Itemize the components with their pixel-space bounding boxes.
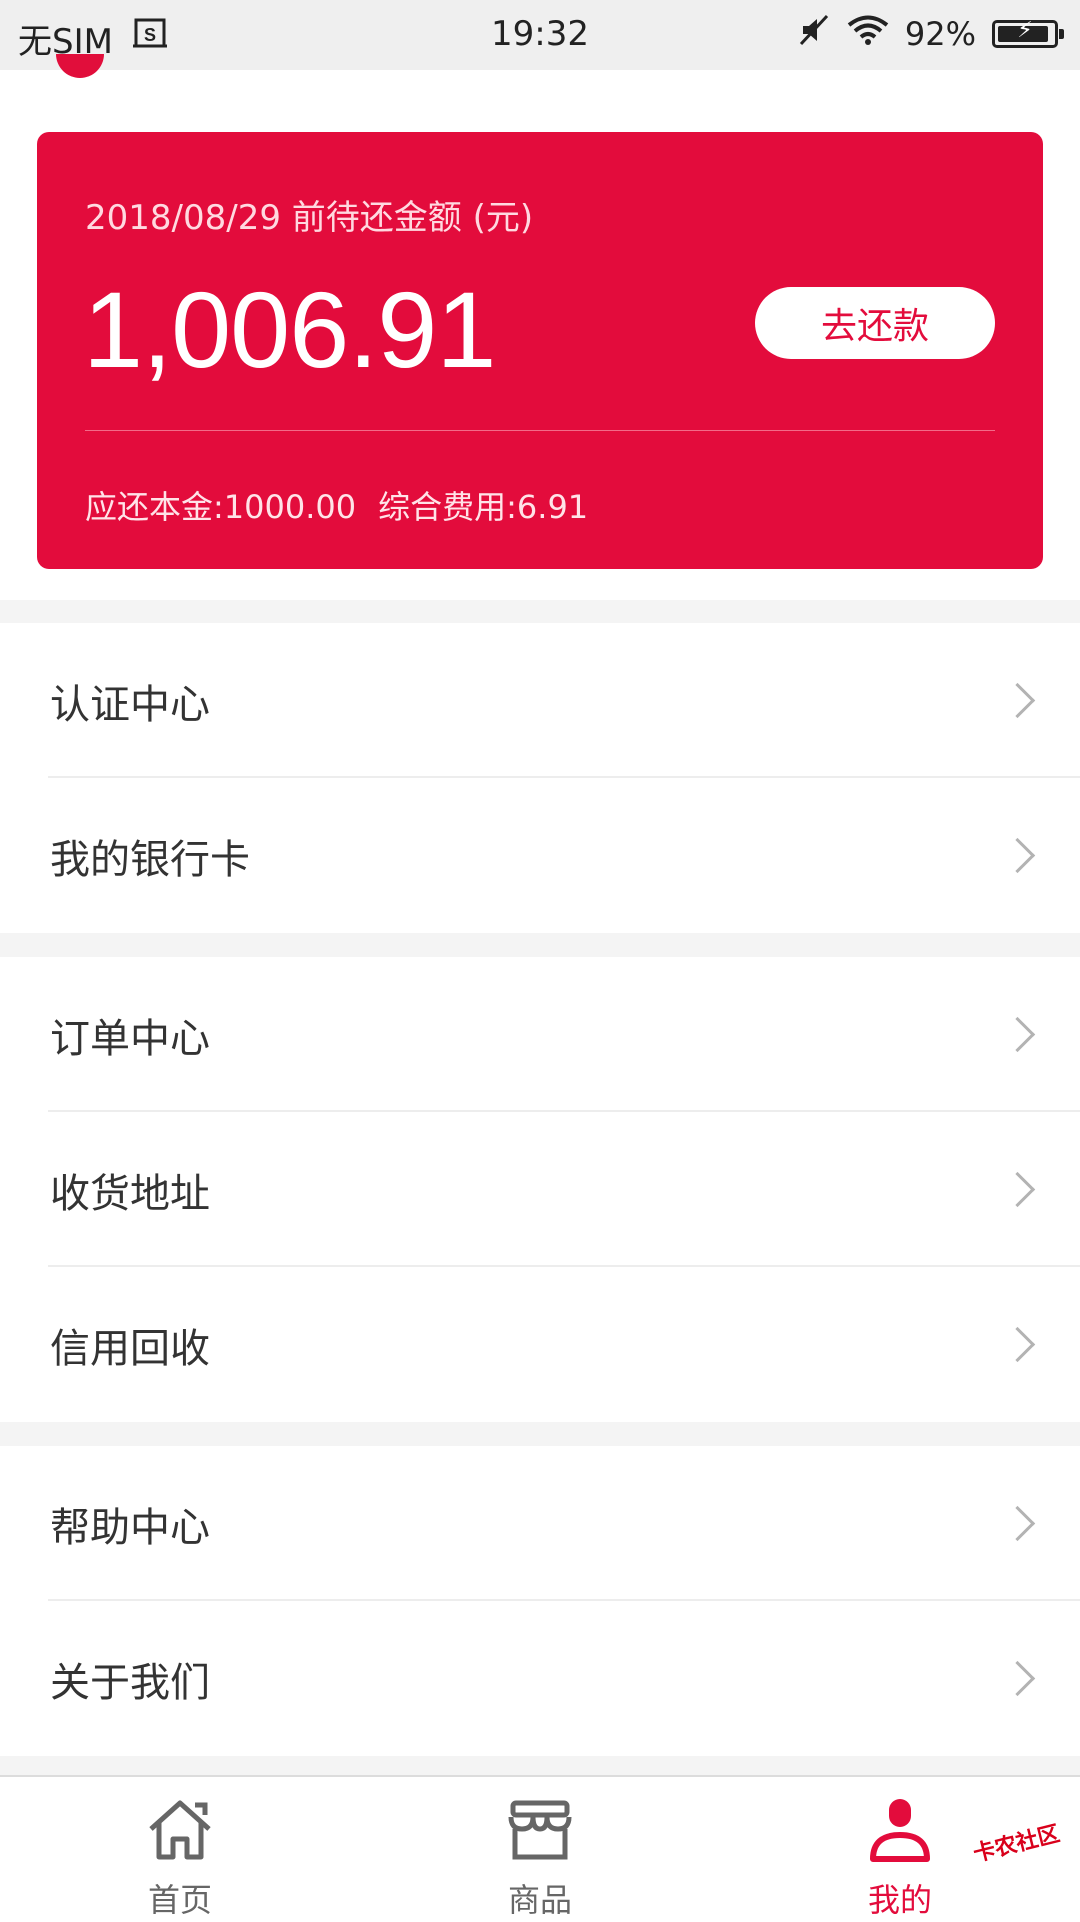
status-right: 92% ⚡ <box>799 14 1064 54</box>
battery-percent: 92% <box>904 15 976 53</box>
nav-label: 商品 <box>507 1881 572 1919</box>
principal-amount: 应还本金:1000.00 <box>85 488 357 526</box>
nav-mine[interactable]: 我的 <box>800 1777 1000 1922</box>
home-icon <box>145 1795 215 1865</box>
menu-item-label: 我的银行卡 <box>50 836 250 883</box>
chevron-right-icon <box>999 1326 1036 1363</box>
menu-item-label: 信用回收 <box>50 1325 210 1372</box>
repayment-card: 2018/08/29 前待还金额 (元) 1,006.91 去还款 应还本金:1… <box>37 132 1043 569</box>
menu-item-label: 关于我们 <box>50 1659 210 1706</box>
menu-item-label: 帮助中心 <box>50 1504 210 1551</box>
fee-amount: 综合费用:6.91 <box>378 488 589 526</box>
chevron-right-icon <box>999 1016 1036 1053</box>
nav-home[interactable]: 首页 <box>80 1777 280 1922</box>
menu-item-label: 收货地址 <box>50 1170 210 1217</box>
menu-group-orders: 订单中心 收货地址 信用回收 <box>0 957 1080 1422</box>
menu-item-label: 认证中心 <box>50 681 210 728</box>
due-amount: 1,006.91 <box>83 269 496 390</box>
chevron-right-icon <box>999 837 1036 874</box>
menu-item-about[interactable]: 关于我们 <box>0 1601 1080 1756</box>
logo-fragment <box>56 54 104 78</box>
card-divider <box>85 430 995 431</box>
nav-products[interactable]: 商品 <box>440 1777 640 1922</box>
status-bar: 无SIM S 19:32 92% ⚡ <box>0 0 1080 70</box>
chevron-right-icon <box>999 682 1036 719</box>
nav-label: 首页 <box>147 1881 212 1919</box>
menu-item-credit-recycle[interactable]: 信用回收 <box>0 1267 1080 1422</box>
amount-breakdown: 应还本金:1000.00 综合费用:6.91 <box>85 482 588 528</box>
mute-icon <box>799 14 831 54</box>
nav-label: 我的 <box>867 1881 932 1919</box>
repay-button[interactable]: 去还款 <box>755 287 995 359</box>
header-area: 2018/08/29 前待还金额 (元) 1,006.91 去还款 应还本金:1… <box>0 54 1080 600</box>
wifi-icon <box>847 14 889 54</box>
due-date-label: 2018/08/29 前待还金额 (元) <box>85 198 534 238</box>
store-icon <box>505 1795 575 1865</box>
menu-item-bank-card[interactable]: 我的银行卡 <box>0 778 1080 933</box>
menu-item-verification[interactable]: 认证中心 <box>0 623 1080 778</box>
chevron-right-icon <box>999 1171 1036 1208</box>
menu-item-orders[interactable]: 订单中心 <box>0 957 1080 1112</box>
menu-item-address[interactable]: 收货地址 <box>0 1112 1080 1267</box>
bottom-nav: 首页 商品 我的 <box>0 1775 1080 1922</box>
chevron-right-icon <box>999 1660 1036 1697</box>
profile-icon <box>865 1795 935 1865</box>
menu-group-help: 帮助中心 关于我们 <box>0 1446 1080 1756</box>
menu-item-label: 订单中心 <box>50 1015 210 1062</box>
menu-item-help[interactable]: 帮助中心 <box>0 1446 1080 1601</box>
battery-icon: ⚡ <box>992 18 1064 48</box>
menu-group-account: 认证中心 我的银行卡 <box>0 623 1080 933</box>
chevron-right-icon <box>999 1505 1036 1542</box>
